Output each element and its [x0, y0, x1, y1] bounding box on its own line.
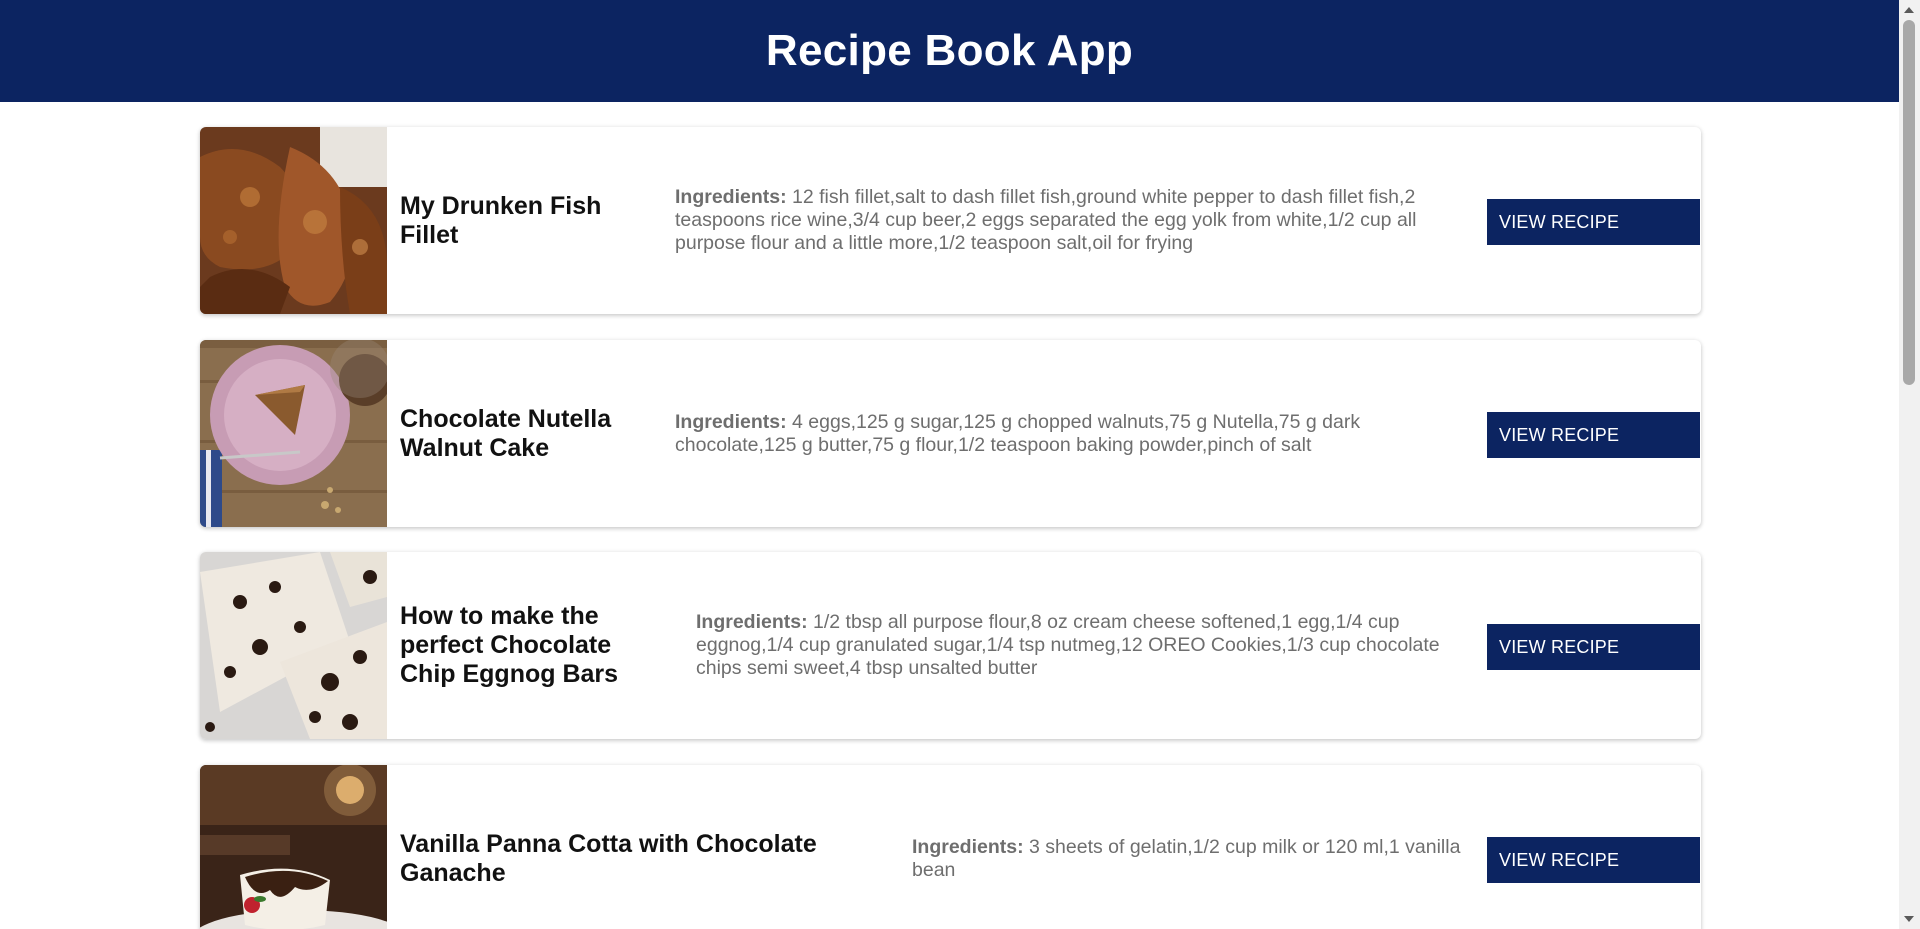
scroll-down-arrow-icon[interactable]	[1904, 916, 1914, 922]
recipe-title: My Drunken Fish Fillet	[400, 191, 602, 249]
ingredients-label: Ingredients:	[675, 410, 787, 433]
recipe-card: My Drunken Fish Fillet Ingredients: 12 f…	[200, 127, 1701, 314]
view-recipe-button[interactable]: VIEW RECIPE	[1487, 412, 1700, 458]
ingredients-label: Ingredients:	[696, 611, 808, 633]
ingredients-text: 1/2 tbsp all purpose flour,8 oz cream ch…	[696, 611, 1440, 679]
view-recipe-button[interactable]: VIEW RECIPE	[1487, 199, 1700, 245]
view-recipe-button[interactable]: VIEW RECIPE	[1487, 837, 1700, 883]
recipe-card: How to make the perfect Chocolate Chip E…	[200, 552, 1701, 739]
scrollbar-thumb[interactable]	[1903, 20, 1915, 385]
app-header: Recipe Book App	[0, 0, 1899, 102]
recipe-title: Vanilla Panna Cotta with Chocolate Ganac…	[400, 829, 817, 887]
vertical-scrollbar[interactable]	[1899, 0, 1920, 929]
recipe-list[interactable]: My Drunken Fish Fillet Ingredients: 12 f…	[0, 102, 1899, 929]
scroll-up-arrow-icon[interactable]	[1904, 7, 1914, 13]
eggnog-bars-photo	[200, 552, 387, 739]
recipe-ingredients: Ingredients: 3 sheets of gelatin,1/2 cup…	[912, 765, 1474, 929]
panna-cotta-photo	[200, 765, 387, 929]
browser-viewport: Recipe Book App My Drunken Fish Fillet I…	[0, 0, 1920, 929]
ingredients-label: Ingredients:	[675, 186, 787, 208]
recipe-card: Vanilla Panna Cotta with Chocolate Ganac…	[200, 765, 1701, 929]
cake-slice-photo	[200, 340, 387, 527]
ingredients-text: 12 fish fillet,salt to dash fillet fish,…	[675, 186, 1417, 254]
recipe-title: Chocolate Nutella Walnut Cake	[400, 404, 612, 462]
recipe-ingredients: Ingredients: 12 fish fillet,salt to dash…	[675, 127, 1465, 314]
ingredients-label: Ingredients:	[912, 835, 1024, 858]
app-title: Recipe Book App	[765, 26, 1134, 75]
fried-fish-photo	[200, 127, 387, 314]
recipe-title: How to make the perfect Chocolate Chip E…	[400, 602, 619, 688]
recipe-ingredients: Ingredients: 4 eggs,125 g sugar,125 g ch…	[675, 340, 1465, 527]
recipe-ingredients: Ingredients: 1/2 tbsp all purpose flour,…	[696, 552, 1468, 739]
view-recipe-button[interactable]: VIEW RECIPE	[1487, 624, 1700, 670]
recipe-card: Chocolate Nutella Walnut Cake Ingredient…	[200, 340, 1701, 527]
